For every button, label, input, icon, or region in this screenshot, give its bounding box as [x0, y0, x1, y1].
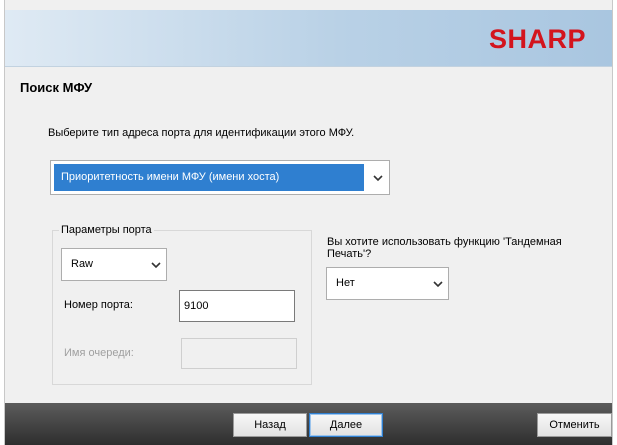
port-number-label: Номер порта:: [64, 299, 133, 311]
sharp-logo: SHARP: [488, 24, 586, 54]
queue-name-label: Имя очереди:: [64, 347, 134, 359]
back-button[interactable]: Назад: [233, 413, 307, 437]
chevron-down-icon: [432, 279, 444, 289]
tandem-print-question: Вы хотите использовать функцию 'Тандемна…: [327, 236, 562, 260]
protocol-select[interactable]: Raw: [61, 248, 167, 281]
chevron-down-icon: [150, 260, 162, 270]
address-type-select[interactable]: Приоритетность имени МФУ (имени хоста): [50, 160, 390, 195]
header-banner: SHARP: [5, 10, 612, 67]
cancel-button[interactable]: Отменить: [537, 413, 612, 437]
address-type-instruction: Выберите тип адреса порта для идентифика…: [48, 127, 355, 139]
chevron-down-icon: [372, 173, 384, 183]
port-params-legend: Параметры порта: [59, 224, 154, 236]
tandem-print-select[interactable]: Нет: [326, 267, 449, 300]
queue-name-input: [181, 338, 297, 369]
next-button[interactable]: Далее: [309, 413, 383, 437]
page-title: Поиск МФУ: [20, 80, 93, 95]
port-number-input[interactable]: 9100: [179, 290, 295, 322]
address-type-selected-value: Приоритетность имени МФУ (имени хоста): [54, 164, 364, 191]
protocol-selected-value: Raw: [71, 258, 94, 270]
installer-window: SHARP Поиск МФУ Выберите тип адреса порт…: [4, 0, 613, 445]
tandem-selected-value: Нет: [336, 277, 355, 289]
